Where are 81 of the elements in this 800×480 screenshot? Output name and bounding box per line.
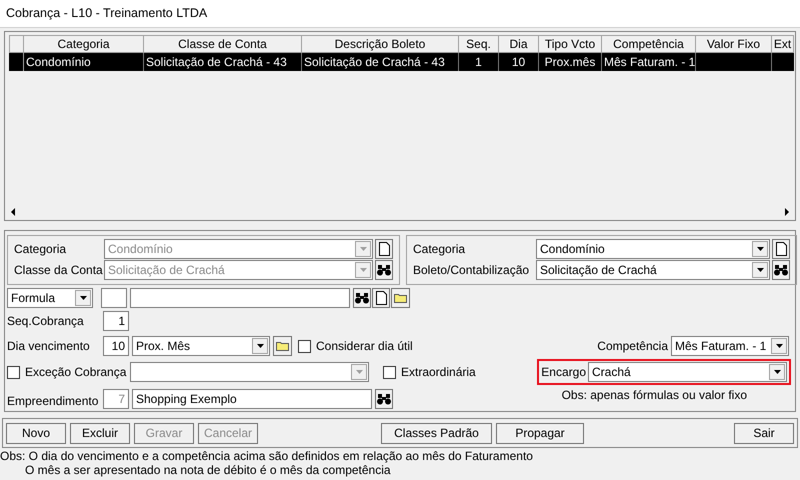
dropdown-arrow-icon [774, 370, 780, 374]
description-field[interactable] [130, 288, 350, 308]
table-cell: Solicitação de Crachá - 43 [304, 55, 445, 69]
dropdown-arrow-icon [756, 268, 764, 272]
new-button[interactable] [375, 239, 393, 259]
enterprise-name-field[interactable]: Shopping Exemplo [132, 389, 372, 409]
action-button[interactable]: Sair [734, 422, 794, 444]
checkbox[interactable] [298, 340, 311, 352]
encargo-dropdown[interactable]: Crachá [588, 362, 787, 382]
seq-field[interactable]: 1 [103, 311, 129, 331]
folder-button[interactable] [391, 288, 410, 308]
code-field[interactable] [101, 288, 127, 308]
binoculars-icon [377, 264, 391, 276]
checkbox-label: Considerar dia útil [316, 338, 413, 355]
column-header[interactable]: Classe de Conta [144, 35, 302, 53]
dropdown-field[interactable]: Condomínio [536, 239, 770, 259]
search-button[interactable] [353, 288, 371, 308]
action-button[interactable]: Novo [6, 422, 66, 444]
binoculars-icon [774, 264, 788, 276]
folder-icon [394, 293, 407, 303]
field-label: Empreendimento [7, 393, 100, 410]
column-header[interactable]: Dia [499, 35, 539, 53]
search-button[interactable] [772, 260, 790, 280]
note-text: Obs: apenas fórmulas ou valor fixo [562, 387, 747, 404]
table-cell: 1 [475, 55, 482, 69]
search-button[interactable] [375, 260, 393, 280]
checkbox[interactable] [383, 366, 396, 378]
field-label: Seq.Cobrança [7, 313, 85, 330]
table-row[interactable]: Condomínio Solicitação de Crachá - 43 Solicitação de Crachá - 43 1 10 Prox.mês Mês Faturam. - 1 [9, 53, 794, 71]
corner-header [9, 35, 24, 53]
search-button[interactable] [375, 389, 393, 409]
note-text: O mês a ser apresentado na nota de débito é o mês da competência [24, 463, 392, 477]
due-day-field[interactable]: 10 [103, 336, 129, 356]
field-label: Dia vencimento [7, 338, 91, 355]
new-button[interactable] [372, 288, 390, 308]
document-icon [376, 291, 386, 305]
new-button[interactable] [772, 239, 790, 259]
column-header[interactable]: Valor Fixo [696, 35, 772, 53]
document-icon [378, 242, 390, 256]
binoculars-icon [377, 393, 391, 405]
dropdown-arrow-icon [360, 268, 366, 272]
dropdown-field[interactable]: Solicitação de Crachá [536, 260, 770, 280]
table-cell: Condomínio [26, 55, 91, 69]
checkbox-label: Exceção Cobrança [25, 364, 126, 381]
column-header[interactable]: Descrição Boleto [302, 35, 459, 53]
field-label: Classe da Conta [14, 262, 104, 279]
table-cell: Solicitação de Crachá - 43 [146, 55, 287, 69]
window-title: Cobrança - L10 - Treinamento LTDA [6, 5, 208, 22]
dropdown-arrow-icon [360, 247, 366, 251]
field-label: Competência [597, 338, 668, 355]
dropdown-arrow-icon [80, 296, 86, 300]
column-header[interactable]: Categoria [24, 35, 144, 53]
column-header[interactable]: Competência [602, 35, 696, 53]
column-header[interactable]: Tipo Vcto [539, 35, 602, 53]
document-icon [776, 242, 786, 256]
dropdown-arrow-icon [356, 370, 362, 374]
checkbox-label: Extraordinária [401, 364, 476, 381]
table-cell: Prox.mês [544, 55, 596, 69]
formula-type-dropdown[interactable]: Formula [7, 288, 93, 308]
field-label: Categoria [413, 241, 466, 258]
competencia-dropdown[interactable]: Mês Faturam. - 1 [671, 336, 789, 356]
due-month-dropdown[interactable]: Prox. Mês [132, 336, 270, 356]
field-label: Encargo [541, 364, 586, 381]
binoculars-icon [355, 292, 369, 304]
folder-button[interactable] [273, 336, 292, 356]
action-button[interactable]: Classes Padrão [381, 422, 492, 444]
folder-icon [276, 341, 289, 351]
field-label: Boleto/Contabilização [413, 262, 530, 279]
column-header[interactable]: Seq. [459, 35, 499, 53]
dropdown-arrow-icon [756, 247, 764, 251]
field-label: Categoria [14, 241, 68, 258]
scroll-right-icon [783, 208, 791, 216]
scroll-left-icon [9, 208, 17, 216]
action-button[interactable]: Propagar [496, 422, 584, 444]
table-cell: 10 [512, 55, 526, 69]
dropdown-arrow-icon [256, 344, 264, 348]
table-cell: Mês Faturam. - 1 [604, 55, 696, 69]
action-button[interactable]: Excluir [70, 422, 130, 444]
note-text: Obs: O dia do vencimento e a competência acima são definidos em relação ao mês do Faturamento [0, 449, 534, 463]
column-header[interactable]: Ext [772, 35, 794, 53]
dropdown-arrow-icon [776, 344, 782, 348]
